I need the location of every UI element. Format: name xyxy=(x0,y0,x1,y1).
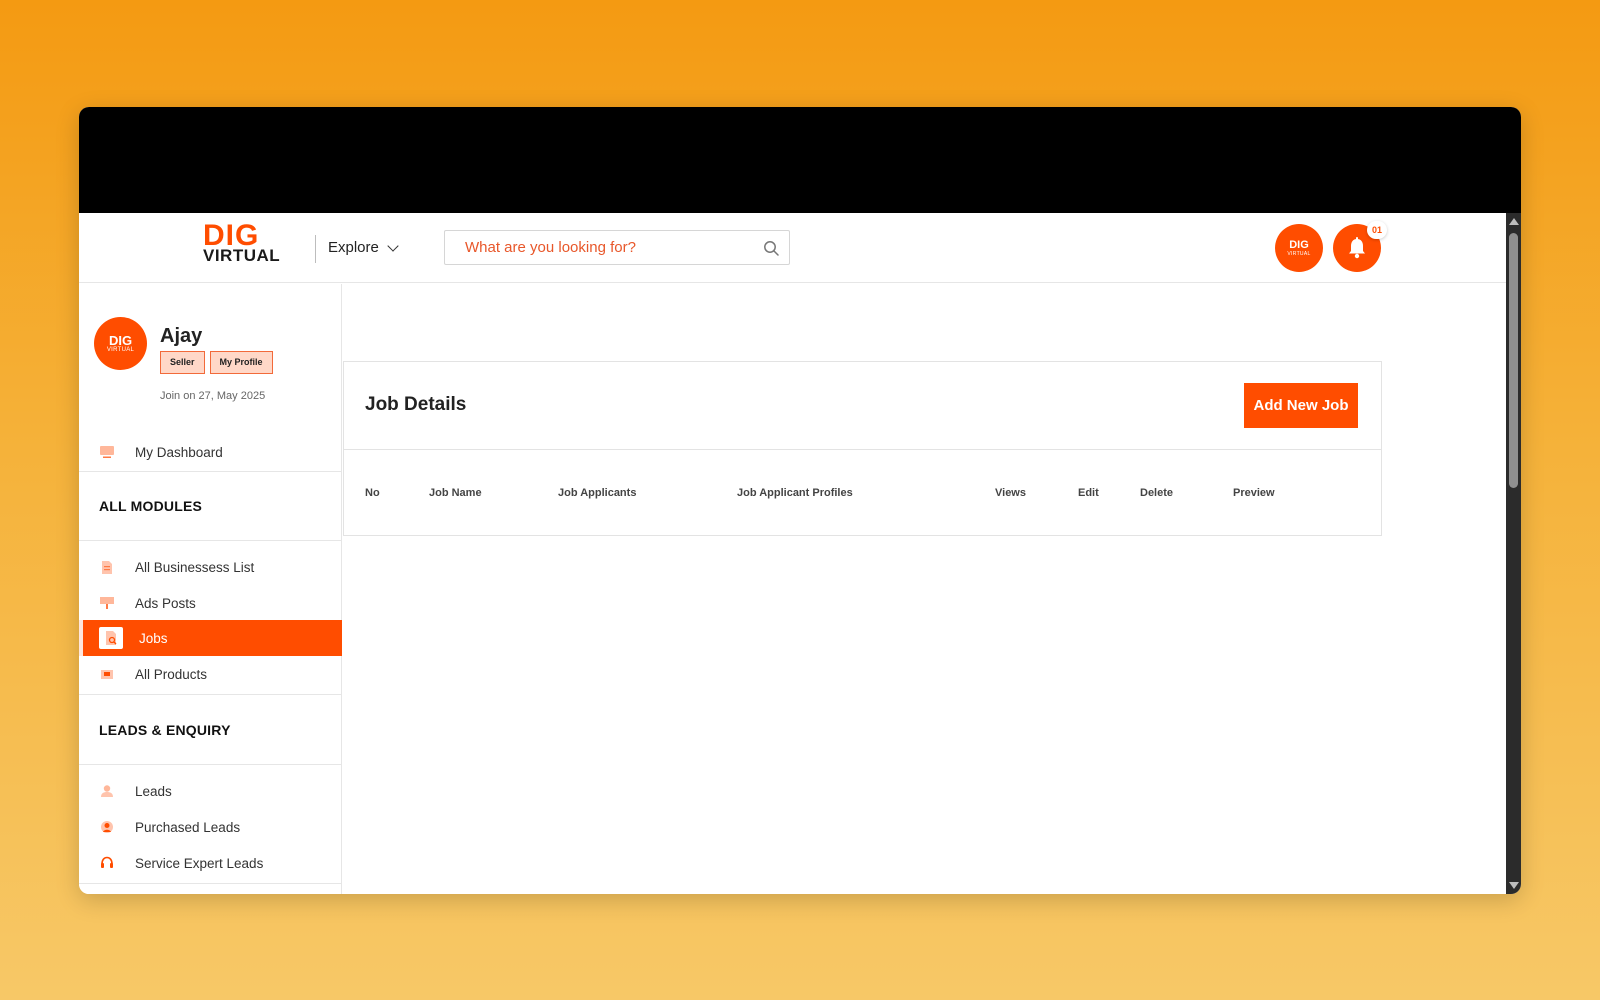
monitor-icon xyxy=(99,444,115,460)
profile-name: Ajay xyxy=(160,325,203,347)
seller-badge: Seller xyxy=(160,351,205,374)
sidebar-item-label: Purchased Leads xyxy=(135,819,241,835)
my-profile-button[interactable]: My Profile xyxy=(209,351,273,374)
chevron-down-icon xyxy=(387,239,399,252)
profile-avatar-logo-top: DIG xyxy=(108,332,133,348)
sidebar-item-service-expert-leads[interactable]: Service Expert Leads xyxy=(79,845,342,881)
sidebar-item-label: Jobs xyxy=(139,630,168,646)
add-new-job-button[interactable]: Add New Job xyxy=(1244,383,1358,428)
search-box xyxy=(444,230,790,265)
sidebar-divider xyxy=(79,883,342,884)
sidebar-item-my-dashboard[interactable]: My Dashboard xyxy=(79,434,342,470)
sidebar-item-label: Service Expert Leads xyxy=(135,855,264,871)
sidebar-divider xyxy=(79,540,342,541)
profile-avatar-logo-bottom: VIRTUAL xyxy=(106,346,135,353)
section-title-leads-enquiry: LEADS & ENQUIRY xyxy=(99,722,231,738)
job-details-title: Job Details xyxy=(365,394,467,415)
sidebar-divider xyxy=(79,764,342,765)
sidebar-item-label: All Businessess List xyxy=(135,559,255,575)
dig-virtual-logo[interactable]: DIG VIRTUAL xyxy=(203,221,293,265)
header-avatar[interactable]: DIG VIRTUAL xyxy=(1275,224,1323,272)
header-avatar-logo-top: DIG xyxy=(1289,238,1309,251)
vertical-scrollbar[interactable] xyxy=(1506,213,1521,894)
job-details-card: Job Details Add New Job No Job Name Job … xyxy=(343,361,1382,536)
header-avatar-logo-bottom: VIRTUAL xyxy=(1287,250,1311,257)
column-header-job-applicants[interactable]: Job Applicants xyxy=(558,487,636,499)
sidebar-divider xyxy=(79,694,342,695)
column-header-delete[interactable]: Delete xyxy=(1140,487,1173,499)
sidebar-divider xyxy=(79,471,342,472)
explore-dropdown[interactable]: Explore xyxy=(328,239,399,256)
search-input[interactable] xyxy=(445,231,745,264)
document-icon xyxy=(99,559,115,575)
column-header-no[interactable]: No xyxy=(365,487,380,499)
scrollbar-thumb[interactable] xyxy=(1509,233,1518,488)
section-title-all-modules: ALL MODULES xyxy=(99,498,203,514)
sidebar-item-label: Leads xyxy=(135,783,172,799)
scroll-down-arrow-icon[interactable] xyxy=(1509,882,1519,889)
user-icon xyxy=(99,783,115,799)
sidebar-item-purchased-leads[interactable]: Purchased Leads xyxy=(79,809,342,845)
sidebar-item-leads[interactable]: Leads xyxy=(79,773,342,809)
column-header-job-applicant-profiles[interactable]: Job Applicant Profiles xyxy=(737,487,853,499)
purchased-user-icon xyxy=(99,819,115,835)
billboard-icon xyxy=(99,595,115,611)
app-page: DIG VIRTUAL Explore DIG VIRTUAL xyxy=(79,213,1506,894)
explore-label: Explore xyxy=(328,239,379,256)
column-header-preview[interactable]: Preview xyxy=(1233,487,1275,499)
profile-tags: Seller My Profile xyxy=(160,351,273,374)
logo-virtual-text: VIRTUAL xyxy=(203,246,281,265)
sidebar-item-label: All Products xyxy=(135,666,208,682)
sidebar-item-ads-posts[interactable]: Ads Posts xyxy=(79,585,342,621)
profile-avatar[interactable]: DIG VIRTUAL xyxy=(94,317,147,370)
sidebar-item-label: My Dashboard xyxy=(135,444,223,460)
sidebar-item-jobs[interactable]: Jobs xyxy=(79,620,342,656)
column-header-views[interactable]: Views xyxy=(995,487,1026,499)
sidebar-item-label: Ads Posts xyxy=(135,595,196,611)
sidebar-item-all-businesses-list[interactable]: All Businessess List xyxy=(79,549,342,585)
top-navbar: DIG VIRTUAL Explore DIG VIRTUAL xyxy=(79,213,1506,283)
column-header-job-name[interactable]: Job Name xyxy=(429,487,482,499)
notification-badge: 01 xyxy=(1367,221,1387,239)
browser-black-bar xyxy=(79,107,1521,213)
scroll-up-arrow-icon[interactable] xyxy=(1509,218,1519,225)
browser-window: DIG VIRTUAL Explore DIG VIRTUAL xyxy=(79,107,1521,894)
search-icon[interactable] xyxy=(763,240,779,256)
bell-icon xyxy=(1349,237,1365,259)
job-file-icon xyxy=(99,627,123,649)
column-header-edit[interactable]: Edit xyxy=(1078,487,1099,499)
headset-icon xyxy=(99,855,115,871)
sidebar-item-all-products[interactable]: All Products xyxy=(79,656,342,692)
join-date: Join on 27, May 2025 xyxy=(160,390,266,402)
sidebar: DIG VIRTUAL Ajay Seller My Profile Join … xyxy=(79,284,342,894)
nav-divider xyxy=(315,235,316,263)
product-box-icon xyxy=(99,666,115,682)
card-divider xyxy=(344,449,1381,450)
